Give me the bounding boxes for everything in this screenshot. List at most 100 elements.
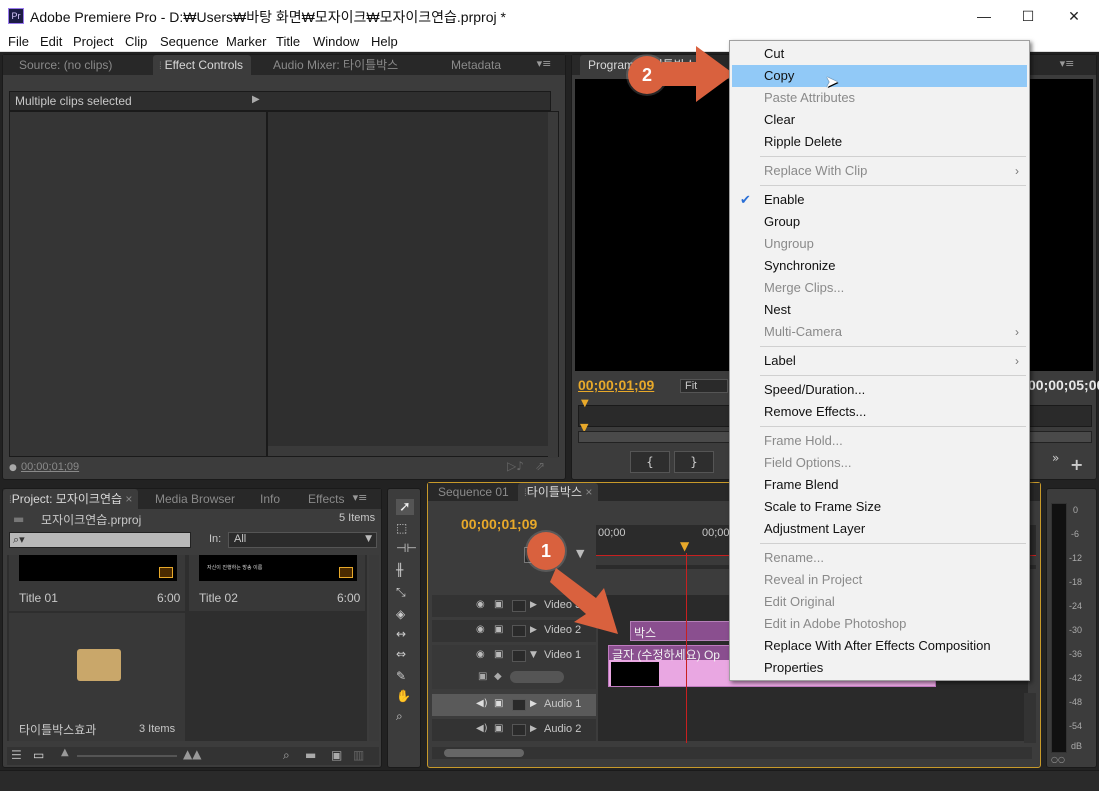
trash-icon[interactable]: ▥ (353, 748, 364, 762)
menu-clip[interactable]: Clip (125, 34, 147, 49)
maximize-button[interactable]: ☐ (1005, 0, 1051, 32)
menu-edit[interactable]: Edit (40, 34, 62, 49)
tab-timeline-titlebox[interactable]: ⁞타이틀박스 × (518, 483, 599, 501)
menu-item-nest[interactable]: Nest (732, 299, 1027, 321)
razor-tool-icon[interactable]: ◈ (396, 607, 405, 621)
zoom-out-icon[interactable]: ▲ (61, 747, 69, 758)
expand-track-icon[interactable]: ▶ (530, 600, 537, 610)
tab-source[interactable]: Source: (no clips) (19, 55, 112, 75)
slide-tool-icon[interactable]: ⇔ (396, 647, 406, 661)
play-only-audio-icon[interactable]: ▷♪ (507, 459, 524, 473)
menu-item-remove-effects[interactable]: Remove Effects... (732, 401, 1027, 423)
close-button[interactable]: ✕ (1051, 0, 1097, 32)
collapse-track-icon[interactable]: ▼ (530, 650, 537, 660)
track-select-tool-icon[interactable]: ⬚ (396, 521, 407, 535)
lock-toggle[interactable] (512, 625, 526, 637)
menu-item-copy[interactable]: Copy (732, 65, 1027, 87)
project-item-title01[interactable]: Title 01 6:00 (9, 555, 185, 611)
keyframe-icon[interactable]: ◆ (494, 671, 502, 682)
eye-icon[interactable]: ◉ (476, 624, 485, 635)
panel-menu-icon[interactable]: ▾≡ (349, 491, 371, 507)
playhead-icon[interactable]: ▼ (680, 539, 689, 553)
timeline-vertical-scrollbar[interactable] (1024, 693, 1036, 743)
add-marker-icon[interactable]: ▼ (576, 547, 584, 560)
clip-video2[interactable]: 박스 (630, 621, 730, 641)
list-view-icon[interactable]: ☰ (11, 748, 22, 762)
menu-item-label[interactable]: Label › (732, 350, 1027, 372)
tab-info[interactable]: Info (260, 489, 280, 509)
close-tab-icon[interactable]: × (125, 492, 132, 506)
mark-in-button[interactable]: { (630, 451, 670, 473)
new-bin-icon[interactable]: ▬ (305, 748, 316, 762)
menu-marker[interactable]: Marker (226, 34, 266, 49)
search-input[interactable]: ⌕▾ (9, 532, 191, 548)
expand-track-icon[interactable]: ▶ (530, 699, 537, 709)
menu-item-scale-to-frame-size[interactable]: Scale to Frame Size (732, 496, 1027, 518)
horizontal-scrollbar[interactable] (268, 446, 548, 456)
zoom-in-icon[interactable]: ▲▲ (183, 747, 201, 761)
eye-icon[interactable]: ◉ (476, 649, 485, 660)
menu-title[interactable]: Title (276, 34, 300, 49)
pen-tool-icon[interactable]: ✎ (396, 669, 406, 683)
menu-item-adjustment-layer[interactable]: Adjustment Layer (732, 518, 1027, 540)
menu-sequence[interactable]: Sequence (160, 34, 219, 49)
find-icon[interactable]: ⌕ (283, 748, 290, 763)
project-item-title02[interactable]: 자신이 진행하는 방송 이름 Title 02 6:00 (189, 555, 365, 611)
more-controls-icon[interactable]: » (1052, 451, 1059, 465)
hand-tool-icon[interactable]: ✋ (396, 689, 411, 703)
lock-toggle[interactable] (512, 600, 526, 612)
menu-item-ripple-delete[interactable]: Ripple Delete (732, 131, 1027, 153)
menu-item-speed-duration[interactable]: Speed/Duration... (732, 379, 1027, 401)
tab-sequence-01[interactable]: Sequence 01 (438, 483, 509, 501)
lock-toggle[interactable] (512, 650, 526, 662)
expand-arrow-icon[interactable]: ▶ (252, 94, 260, 105)
program-timecode[interactable]: 00;00;01;09 (578, 377, 654, 393)
mark-out-button[interactable]: } (674, 451, 714, 473)
tab-project[interactable]: ⁞Project: 모자이크연습 × (3, 489, 139, 509)
new-item-icon[interactable]: ▣ (331, 748, 342, 762)
zoom-slider[interactable] (77, 755, 177, 757)
export-icon[interactable]: ⇗ (535, 459, 545, 473)
lock-toggle[interactable] (512, 724, 526, 736)
scroll-thumb[interactable] (444, 749, 524, 757)
rolling-edit-tool-icon[interactable]: ╫ (396, 563, 403, 577)
speaker-icon[interactable]: ◀) (476, 723, 488, 734)
zoom-tool-icon[interactable]: ⌕ (396, 709, 403, 724)
tab-media-browser[interactable]: Media Browser (155, 489, 235, 509)
sync-lock-icon[interactable]: ▣ (494, 723, 503, 734)
in-dropdown[interactable]: All ▼ (228, 532, 377, 548)
lock-toggle[interactable] (512, 699, 526, 711)
menu-help[interactable]: Help (371, 34, 398, 49)
sync-lock-icon[interactable]: ▣ (494, 649, 503, 660)
expand-track-icon[interactable]: ▶ (530, 724, 537, 734)
menu-item-synchronize[interactable]: Synchronize (732, 255, 1027, 277)
keyframe-nav[interactable] (510, 671, 564, 683)
speaker-icon[interactable]: ◀) (476, 698, 488, 709)
vertical-scrollbar[interactable] (548, 112, 558, 458)
tab-effect-controls[interactable]: ⁞ Effect Controls (153, 55, 252, 75)
menu-item-clear[interactable]: Clear (732, 109, 1027, 131)
menu-item-frame-blend[interactable]: Frame Blend (732, 474, 1027, 496)
effect-controls-timecode[interactable]: 00;00;01;09 (21, 461, 79, 473)
eye-icon[interactable]: ◉ (476, 599, 485, 610)
tab-metadata[interactable]: Metadata (451, 55, 501, 75)
tab-audio-mixer[interactable]: Audio Mixer: 타이틀박스 (273, 55, 398, 75)
menu-project[interactable]: Project (73, 34, 113, 49)
slip-tool-icon[interactable]: ↔ (396, 627, 406, 641)
panel-menu-icon[interactable]: ▾≡ (533, 57, 555, 73)
timeline-horizontal-scrollbar[interactable] (432, 747, 1032, 759)
tab-effects[interactable]: Effects (308, 489, 344, 509)
panel-menu-icon[interactable]: ▾≡ (1056, 57, 1078, 73)
solo-buttons-icon[interactable]: ○○ (1051, 755, 1065, 764)
icon-view-icon[interactable]: ▭ (33, 748, 44, 762)
ripple-edit-tool-icon[interactable]: ⊣⊢ (396, 541, 417, 555)
sync-lock-icon[interactable]: ▣ (494, 624, 503, 635)
display-style-icon[interactable]: ▣ (478, 671, 487, 682)
button-editor-plus-icon[interactable]: + (1070, 455, 1083, 474)
sync-lock-icon[interactable]: ▣ (494, 698, 503, 709)
rate-stretch-tool-icon[interactable]: ⤡ (396, 585, 406, 600)
menu-file[interactable]: File (8, 34, 29, 49)
selection-tool-icon[interactable]: ➚ (396, 499, 414, 515)
expand-track-icon[interactable]: ▶ (530, 625, 537, 635)
fit-dropdown[interactable]: Fit (680, 379, 728, 393)
